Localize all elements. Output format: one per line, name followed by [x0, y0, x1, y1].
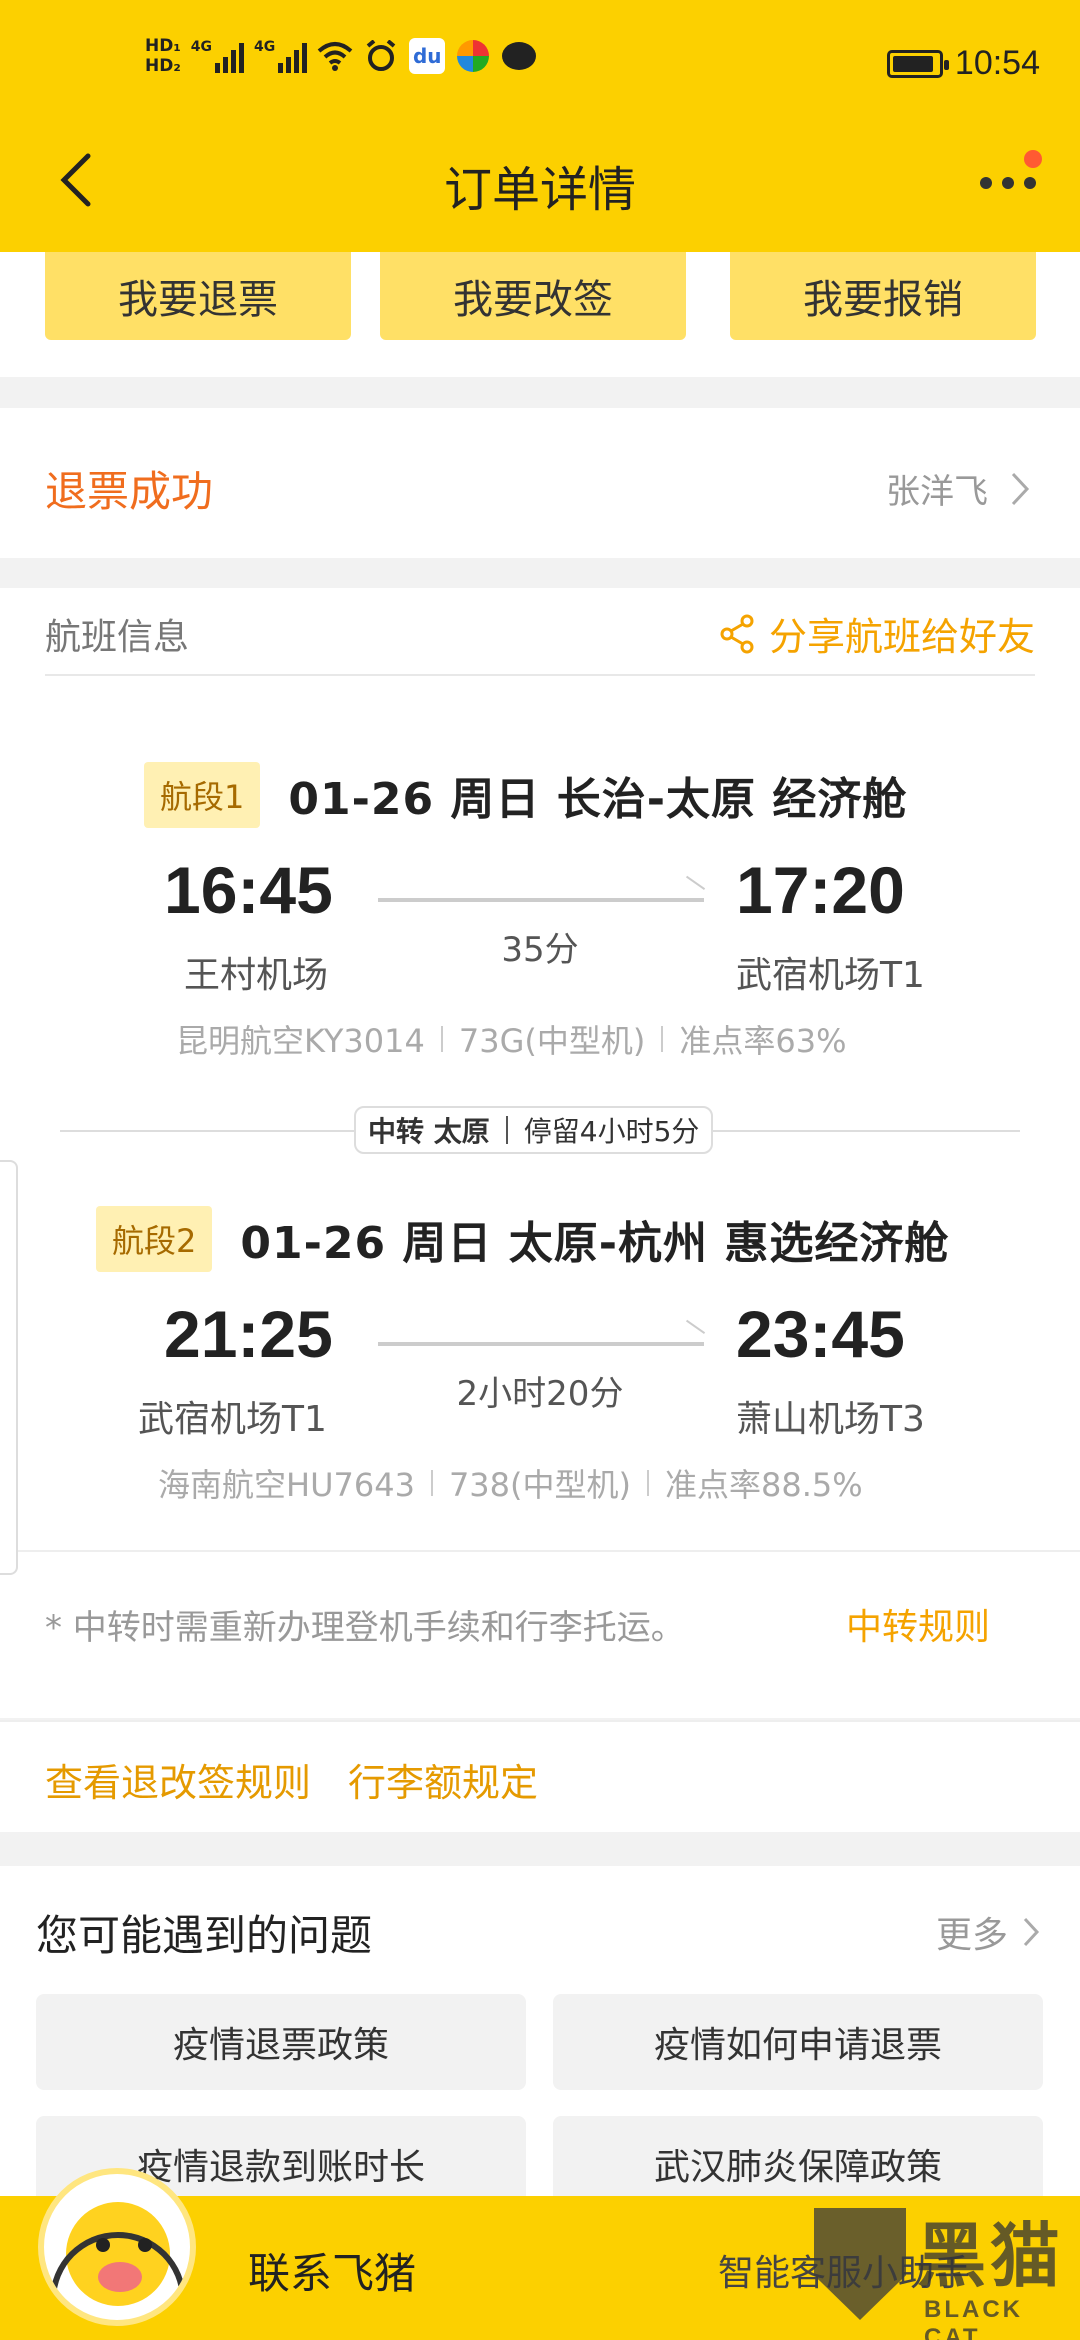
arrival-time: 17:20 [736, 853, 905, 927]
signal-icon: 4G [190, 39, 245, 73]
order-status-text: 退票成功 [45, 467, 214, 516]
arrival-airport: 武宿机场T1 [736, 955, 925, 996]
airline-flight-no: 昆明航空KY3014 [176, 1022, 425, 1060]
segment-2-header: 航段2 01-26 周日 太原-杭州 惠选经济舱 [96, 1206, 949, 1272]
aircraft-type: 73G(中型机) [458, 1022, 646, 1060]
change-button[interactable]: 我要改签 [380, 252, 686, 340]
hd-indicator: HD₁ HD₂ [145, 36, 181, 76]
share-icon [720, 614, 754, 653]
more-menu-button[interactable] [974, 150, 1044, 210]
transfer-city: 中转 太原 [368, 1115, 490, 1148]
contact-fliggy-button[interactable]: 联系飞猪 [248, 2240, 416, 2301]
share-label: 分享航班给好友 [768, 615, 1035, 659]
watermark-en: BLACK CAT [924, 2296, 1023, 2340]
transfer-note: * 中转时需重新办理登机手续和行李托运。 [45, 1608, 685, 1648]
faq-item[interactable]: 疫情退票政策 [36, 1994, 526, 2090]
flight-arrow-icon [378, 898, 704, 902]
departure-time: 21:25 [164, 1297, 333, 1371]
baidu-label: du [412, 44, 442, 68]
transfer-stay: 停留4小时5分 [523, 1115, 700, 1148]
wifi-icon [317, 38, 353, 74]
flight-info-card: 航班信息 分享航班给好友 航段1 01-26 周日 长治-太原 经济舱 16:4… [0, 588, 1080, 1718]
more-dots-icon [980, 177, 1036, 189]
page-title: 订单详情 [443, 162, 636, 218]
arrival-time: 23:45 [736, 1297, 905, 1371]
flight-duration: 2小时20分 [456, 1374, 624, 1414]
hd2-label: HD₂ [145, 56, 181, 76]
change-rules-link[interactable]: 查看退改签规则 [45, 1752, 311, 1807]
flight-details: 海南航空HU7643 738(中型机) 准点率88.5% [158, 1460, 863, 1506]
signal-icon-2: 4G [254, 39, 308, 73]
ontime-rate: 准点率88.5% [665, 1466, 863, 1504]
chevron-right-icon [1011, 472, 1030, 505]
action-bar: 我要退票 我要改签 我要报销 [0, 252, 1080, 377]
black-cat-watermark: 黑猫 BLACK CAT [806, 2200, 1076, 2340]
faq-more-label: 更多 [935, 1915, 1008, 1956]
flight-details: 昆明航空KY3014 73G(中型机) 准点率63% [176, 1016, 846, 1062]
watermark-shield-icon [814, 2208, 906, 2320]
fliggy-mascot-avatar[interactable] [38, 2168, 196, 2326]
order-status-row[interactable]: 退票成功 张洋飞 [0, 408, 1080, 558]
segment-title: 01-26 周日 长治-太原 经济舱 [288, 774, 908, 825]
flight-card-label: 航班信息 [45, 617, 190, 658]
arrival-airport: 萧山机场T3 [736, 1399, 925, 1440]
share-flight-button[interactable]: 分享航班给好友 [719, 606, 1035, 661]
baggage-rules-link[interactable]: 行李额规定 [348, 1752, 538, 1807]
flight-duration: 35分 [501, 930, 579, 970]
chevron-right-icon [1023, 1917, 1040, 1947]
segment-tag: 航段2 [96, 1206, 213, 1272]
passenger-name: 张洋飞 [886, 472, 988, 512]
passenger-link[interactable]: 张洋飞 [886, 464, 1030, 513]
header-bar: HD₁ HD₂ 4G 4G du 10:54 订单详情 [0, 0, 1080, 252]
flight-arrow-icon [378, 1342, 704, 1346]
rules-row: 查看退改签规则 行李额规定 [0, 1720, 1080, 1832]
network-type-label-2: 4G [254, 39, 276, 55]
battery-icon [886, 49, 949, 78]
departure-airport: 武宿机场T1 [138, 1399, 327, 1440]
ontime-rate: 准点率63% [679, 1022, 847, 1060]
segment-1-header: 航段1 01-26 周日 长治-太原 经济舱 [144, 762, 907, 828]
segment-tag: 航段1 [144, 762, 261, 828]
reimburse-button[interactable]: 我要报销 [730, 252, 1036, 340]
watermark-cn: 黑猫 [916, 2215, 1064, 2297]
network-type-label: 4G [190, 39, 213, 55]
transfer-rule-link[interactable]: 中转规则 [846, 1598, 990, 1650]
refund-button[interactable]: 我要退票 [45, 252, 351, 340]
baidu-icon: du [409, 38, 446, 74]
faq-item[interactable]: 疫情如何申请退票 [553, 1994, 1043, 2090]
message-icon [501, 38, 537, 74]
departure-time: 16:45 [164, 853, 333, 927]
segment-title: 01-26 周日 太原-杭州 惠选经济舱 [240, 1218, 950, 1269]
status-time: 10:54 [954, 44, 1040, 82]
hd1-label: HD₁ [145, 36, 181, 56]
aircraft-type: 738(中型机) [448, 1466, 631, 1504]
notification-dot [1024, 150, 1042, 168]
alarm-icon [363, 38, 399, 74]
departure-airport: 王村机场 [184, 955, 329, 996]
status-bar: HD₁ HD₂ 4G 4G du 10:54 [0, 0, 1080, 130]
flight-card-header: 航班信息 分享航班给好友 [45, 588, 1035, 676]
airline-flight-no: 海南航空HU7643 [158, 1466, 415, 1504]
app-notification-icon [455, 38, 491, 74]
floating-edge-tab[interactable] [0, 1160, 18, 1575]
transfer-badge: 中转 太原 停留4小时5分 [354, 1106, 714, 1154]
faq-title: 您可能遇到的问题 [36, 1911, 373, 1960]
faq-more-link[interactable]: 更多 [936, 1906, 1040, 1958]
